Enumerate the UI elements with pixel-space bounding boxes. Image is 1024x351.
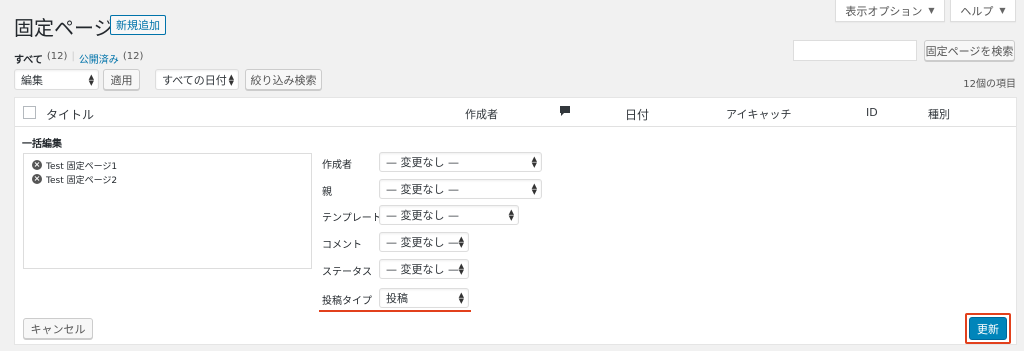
author-label: 作成者 <box>322 160 352 171</box>
select-arrows-icon: ▲ ▼ <box>531 155 537 169</box>
bulk-edit-heading: 一括編集 <box>22 139 62 150</box>
help-label: ヘルプ <box>960 4 994 18</box>
filter-separator: | <box>71 51 75 62</box>
filter-published-count: (12) <box>122 51 144 62</box>
post-type-label: 投稿タイプ <box>322 296 372 307</box>
parent-value: — 変更なし — <box>386 183 459 196</box>
comments-value: — 変更なし — <box>386 236 459 249</box>
update-button[interactable]: 更新 <box>969 317 1007 340</box>
bulk-edit-items-list: × Test 固定ページ1 × Test 固定ページ2 <box>23 153 312 269</box>
filter-button[interactable]: 絞り込み検索 <box>245 69 322 90</box>
filter-all-link[interactable]: すべて <box>14 51 43 66</box>
column-featured-image: アイキャッチ <box>726 108 792 121</box>
remove-icon[interactable]: × <box>32 160 42 170</box>
column-title[interactable]: タイトル <box>46 106 94 123</box>
apply-button[interactable]: 適用 <box>103 69 140 90</box>
help-tab[interactable]: ヘルプ ▼ <box>950 0 1016 22</box>
select-arrows-icon: ▲ ▼ <box>458 235 464 249</box>
cancel-button[interactable]: キャンセル <box>23 318 93 339</box>
select-arrows-icon: ▲ ▼ <box>531 182 537 196</box>
select-all-checkbox[interactable] <box>23 106 36 119</box>
post-type-value: 投稿 <box>386 292 408 305</box>
column-id: ID <box>866 106 878 119</box>
add-new-button[interactable]: 新規追加 <box>110 15 166 35</box>
search-pages-button[interactable]: 固定ページを検索 <box>924 40 1015 61</box>
author-select[interactable]: — 変更なし — ▲ ▼ <box>379 152 542 172</box>
comments-label: コメント <box>322 240 362 251</box>
parent-label: 親 <box>322 187 332 198</box>
comments-select[interactable]: — 変更なし — ▲ ▼ <box>379 232 469 252</box>
status-value: — 変更なし — <box>386 263 459 276</box>
highlight-underline <box>319 310 471 312</box>
date-filter-value: すべての日付 <box>162 73 227 87</box>
column-author: 作成者 <box>465 108 498 121</box>
template-select[interactable]: — 変更なし — ▲ ▼ <box>379 205 519 225</box>
remove-icon[interactable]: × <box>32 174 42 184</box>
select-arrows-icon: ▲ ▼ <box>228 72 234 87</box>
status-label: ステータス <box>322 267 372 278</box>
post-type-select[interactable]: 投稿 ▲ ▼ <box>379 288 469 308</box>
template-value: — 変更なし — <box>386 209 459 222</box>
list-item: × Test 固定ページ2 <box>32 172 303 186</box>
items-count: 12個の項目 <box>963 79 1016 90</box>
select-arrows-icon: ▲ ▼ <box>458 262 464 276</box>
select-arrows-icon: ▲ ▼ <box>88 72 94 87</box>
date-filter-select[interactable]: すべての日付 ▲ ▼ <box>155 69 239 90</box>
parent-select[interactable]: — 変更なし — ▲ ▼ <box>379 179 542 199</box>
screen-options-tab[interactable]: 表示オプション ▼ <box>835 0 945 22</box>
bulk-item-title: Test 固定ページ1 <box>46 161 118 172</box>
template-label: テンプレート <box>322 213 382 224</box>
select-arrows-icon: ▲ ▼ <box>458 291 464 305</box>
status-select[interactable]: — 変更なし — ▲ ▼ <box>379 259 469 279</box>
filter-published-link[interactable]: 公開済み <box>79 51 119 66</box>
status-filter-links: すべて (12) | 公開済み (12) <box>14 51 143 66</box>
bulk-action-select[interactable]: 編集 ▲ ▼ <box>14 69 99 90</box>
column-type: 種別 <box>928 108 950 121</box>
page-title: 固定ページ <box>14 16 114 40</box>
caret-down-icon: ▼ <box>928 6 935 15</box>
search-input[interactable] <box>793 40 917 61</box>
column-date[interactable]: 日付 <box>625 106 649 123</box>
header-divider <box>15 126 1016 127</box>
select-arrows-icon: ▲ ▼ <box>508 208 514 222</box>
bulk-item-title: Test 固定ページ2 <box>46 175 118 186</box>
filter-all-count: (12) <box>46 51 68 62</box>
caret-down-icon: ▼ <box>999 6 1006 15</box>
comments-icon[interactable] <box>559 105 571 121</box>
author-value: — 変更なし — <box>386 156 459 169</box>
screen-options-label: 表示オプション <box>845 4 923 18</box>
list-item: × Test 固定ページ1 <box>32 158 303 172</box>
bulk-action-value: 編集 <box>21 73 43 87</box>
